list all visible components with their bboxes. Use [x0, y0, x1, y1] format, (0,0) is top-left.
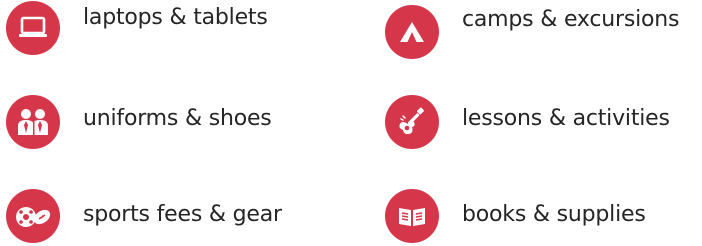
category-item-lessons-activities: lessons & activities: [385, 94, 670, 150]
guitar-icon: [385, 95, 439, 149]
open-book-icon: [385, 189, 439, 243]
tent-icon: [385, 5, 439, 59]
category-item-uniforms-shoes: uniforms & shoes: [6, 94, 272, 150]
category-label: lessons & activities: [462, 106, 670, 131]
category-item-books-supplies: books & supplies: [385, 188, 646, 244]
uniform-people-icon: [6, 95, 60, 149]
category-label: uniforms & shoes: [83, 106, 272, 131]
sports-balls-icon: [6, 189, 60, 243]
category-label: books & supplies: [462, 202, 646, 227]
laptop-icon: [6, 1, 60, 55]
category-label: laptops & tablets: [83, 5, 268, 30]
category-item-sports-fees-gear: sports fees & gear: [6, 188, 282, 244]
category-label: sports fees & gear: [83, 202, 282, 227]
category-item-laptops-tablets: laptops & tablets: [6, 0, 268, 56]
category-label: camps & excursions: [462, 7, 680, 32]
category-item-camps-excursions: camps & excursions: [385, 4, 679, 60]
